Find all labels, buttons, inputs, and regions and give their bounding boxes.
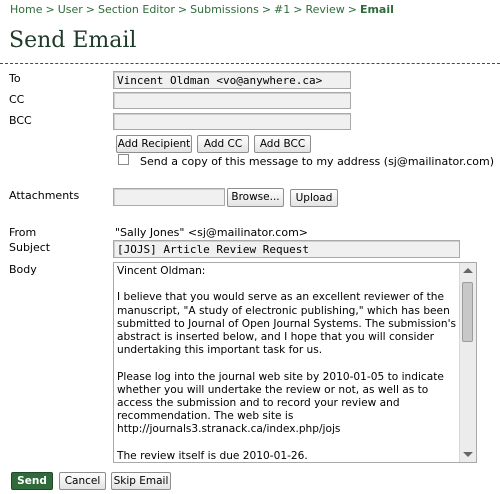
body-scrollbar[interactable] [459, 263, 476, 462]
breadcrumb-separator: > [261, 3, 272, 16]
breadcrumb: Home > User > Section Editor > Submissions > #1 >… [10, 3, 394, 16]
add-cc-label: Add CC [203, 138, 243, 150]
cc-label: CC [9, 93, 25, 106]
subject-label: Subject [9, 241, 51, 254]
scroll-up-arrow-icon[interactable] [463, 268, 473, 273]
add-recipient-label: Add Recipient [117, 138, 191, 150]
add-recipient-button[interactable]: Add Recipient [116, 135, 192, 153]
bcc-field[interactable] [113, 113, 351, 130]
breadcrumb-separator: > [45, 3, 55, 16]
send-copy-label: Send a copy of this message to my addres… [140, 155, 495, 168]
breadcrumb-separator: > [347, 3, 357, 16]
title-divider [0, 63, 500, 64]
skip-email-label: Skip Email [113, 475, 169, 487]
breadcrumb-current[interactable]: Email [360, 3, 394, 16]
scroll-down-arrow-icon[interactable] [463, 452, 473, 457]
attachment-file-input[interactable] [113, 188, 225, 206]
send-copy-checkbox[interactable] [118, 154, 129, 165]
upload-button[interactable]: Upload [290, 189, 338, 207]
breadcrumb-review[interactable]: Review [305, 3, 344, 16]
to-label: To [9, 72, 21, 85]
from-label: From [9, 226, 37, 239]
send-button[interactable]: Send [11, 472, 53, 490]
cc-field[interactable] [113, 92, 351, 109]
browse-button[interactable]: Browse... [227, 188, 284, 207]
cancel-label: Cancel [64, 475, 101, 487]
add-cc-button[interactable]: Add CC [197, 135, 249, 153]
breadcrumb-submissions[interactable]: Submissions [190, 3, 259, 16]
breadcrumb-separator: > [177, 3, 188, 16]
browse-label: Browse... [231, 191, 280, 203]
add-bcc-button[interactable]: Add BCC [254, 135, 311, 153]
cancel-button[interactable]: Cancel [59, 472, 106, 490]
scroll-thumb[interactable] [462, 282, 473, 342]
skip-email-button[interactable]: Skip Email [111, 472, 171, 490]
upload-label: Upload [295, 192, 333, 204]
breadcrumb-separator: > [293, 3, 303, 16]
bcc-label: BCC [9, 114, 32, 127]
breadcrumb-section-editor[interactable]: Section Editor [98, 3, 175, 16]
send-label: Send [17, 475, 47, 487]
add-bcc-label: Add BCC [259, 138, 306, 150]
attachments-label: Attachments [9, 189, 80, 202]
breadcrumb-user[interactable]: User [58, 3, 83, 16]
subject-field[interactable]: [JOJS] Article Review Request [113, 240, 460, 258]
breadcrumb-separator: > [85, 3, 95, 16]
to-field[interactable]: Vincent Oldman <vo@anywhere.ca> [113, 71, 351, 89]
body-textarea[interactable]: Vincent Oldman: I believe that you would… [113, 262, 477, 463]
body-label: Body [9, 263, 37, 276]
breadcrumb-submission-1[interactable]: #1 [274, 3, 290, 16]
from-value: "Sally Jones" <sj@mailinator.com> [115, 226, 309, 239]
page-title: Send Email [9, 28, 137, 53]
breadcrumb-home[interactable]: Home [10, 3, 42, 16]
body-text: Vincent Oldman: I believe that you would… [117, 265, 457, 462]
